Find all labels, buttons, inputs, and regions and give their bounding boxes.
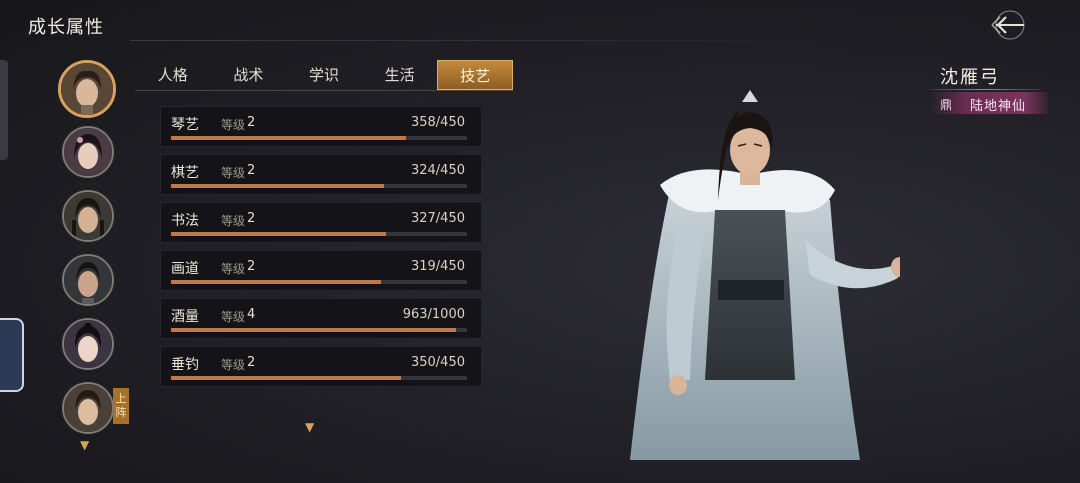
progress-bar: [171, 136, 467, 140]
skill-level: 4: [247, 307, 256, 322]
skill-name: 垂钓: [171, 357, 199, 373]
character-figure-illustration: [630, 90, 909, 460]
level-prefix: 等级: [221, 262, 246, 276]
skill-level: 2: [247, 211, 256, 226]
left-edge-handle[interactable]: [0, 60, 8, 160]
character-portrait: [600, 80, 909, 470]
level-prefix: 等级: [221, 310, 246, 324]
cauldron-icon: 鼎: [940, 98, 953, 112]
progress-bar: [171, 184, 467, 188]
level-prefix: 等级: [221, 214, 246, 228]
progress-bar-fill: [171, 232, 387, 236]
progress-bar-fill: [171, 136, 407, 140]
skill-row[interactable]: 画道 等级 2 319/450: [160, 250, 482, 291]
progress-bar: [171, 328, 467, 332]
skill-name: 画道: [171, 261, 199, 277]
skill-name: 棋艺: [171, 165, 199, 181]
progress-bar-fill: [171, 376, 402, 380]
tab-personality[interactable]: 人格: [135, 60, 211, 90]
level-prefix: 等级: [221, 166, 246, 180]
category-tabs: 人格 战术 学识 生活 技艺: [135, 60, 513, 91]
chevron-down-icon[interactable]: ▼: [305, 420, 314, 434]
page-title: 成长属性: [28, 17, 104, 38]
avatar-female-1[interactable]: [62, 126, 114, 178]
tab-life[interactable]: 生活: [362, 60, 438, 90]
skill-progress-value: 350/450: [410, 355, 465, 370]
skill-progress-value: 963/1000: [402, 307, 465, 322]
skill-progress-value: 327/450: [410, 211, 465, 226]
level-prefix: 等级: [221, 358, 246, 372]
back-arrow-icon: [991, 10, 1025, 40]
progress-bar: [171, 376, 467, 380]
deploy-badge: 上阵: [113, 388, 129, 424]
skill-progress-value: 319/450: [410, 259, 465, 274]
skill-name: 酒量: [171, 309, 199, 325]
skill-list: 琴艺 等级 2 358/450 棋艺 等级 2 324/450 书法 等级 2 …: [160, 106, 482, 394]
title-divider: [130, 40, 870, 41]
skill-row[interactable]: 书法 等级 2 327/450: [160, 202, 482, 243]
skill-progress-value: 358/450: [410, 115, 465, 130]
back-button[interactable]: [982, 8, 1026, 42]
skill-row[interactable]: 垂钓 等级 2 350/450: [160, 346, 482, 387]
progress-bar-fill: [171, 280, 381, 284]
floating-widget[interactable]: [0, 318, 24, 392]
skill-level: 2: [247, 355, 256, 370]
realm-label: 陆地神仙: [970, 99, 1027, 114]
skill-progress-value: 324/450: [410, 163, 465, 178]
level-prefix: 等级: [221, 118, 246, 132]
progress-bar: [171, 280, 467, 284]
skill-level: 2: [247, 259, 256, 274]
character-name: 沈雁弓: [940, 67, 1000, 88]
skill-level: 2: [247, 115, 256, 130]
tab-skills[interactable]: 技艺: [437, 60, 513, 90]
name-divider: [930, 89, 1040, 90]
roster-scroll-down-icon[interactable]: ▼: [80, 438, 89, 452]
tab-tactics[interactable]: 战术: [211, 60, 287, 90]
skill-name: 书法: [171, 213, 199, 229]
avatar-male-2[interactable]: [62, 190, 114, 242]
skill-row[interactable]: 酒量 等级 4 963/1000: [160, 298, 482, 339]
progress-bar-fill: [171, 328, 457, 332]
skill-row[interactable]: 棋艺 等级 2 324/450: [160, 154, 482, 195]
avatar-hero-selected[interactable]: [58, 60, 116, 118]
avatar-male-5[interactable]: [62, 382, 114, 434]
progress-bar-fill: [171, 184, 385, 188]
skill-name: 琴艺: [171, 117, 199, 133]
avatar-male-3[interactable]: [62, 254, 114, 306]
progress-bar: [171, 232, 467, 236]
tab-knowledge[interactable]: 学识: [286, 60, 362, 90]
skill-row[interactable]: 琴艺 等级 2 358/450: [160, 106, 482, 147]
avatar-female-4[interactable]: [62, 318, 114, 370]
skill-level: 2: [247, 163, 256, 178]
